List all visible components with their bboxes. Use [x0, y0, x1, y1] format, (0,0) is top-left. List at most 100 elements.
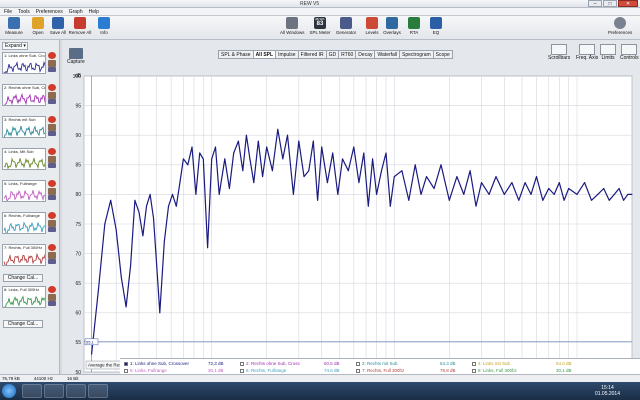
- menu-file[interactable]: File: [4, 9, 12, 15]
- remove-measurement-icon[interactable]: [48, 286, 56, 293]
- edit-measurement-icon[interactable]: [48, 131, 56, 136]
- legend-item[interactable]: 4: Links mit Sub: [472, 361, 510, 366]
- close-button[interactable]: ✕: [618, 0, 638, 7]
- legend-checkbox[interactable]: [240, 368, 244, 373]
- measurement-item[interactable]: 6: Rechts, Fullrange: [2, 212, 58, 234]
- eq-button[interactable]: EQ: [424, 17, 448, 39]
- edit-measurement-icon[interactable]: [48, 99, 56, 104]
- measurement-tools-icon[interactable]: [48, 294, 56, 301]
- remove-measurement-icon[interactable]: [48, 84, 56, 91]
- measurement-thumbnail[interactable]: 2: Rechts ohne Sub, Cross: [2, 84, 46, 106]
- tab-all-spl[interactable]: All SPL: [252, 50, 277, 59]
- tab-spectrogram[interactable]: Spectrogram: [399, 50, 434, 59]
- limitsbutton[interactable]: Limits: [600, 44, 616, 61]
- legend-item[interactable]: 2: Rechts ohne Sub, Cross: [240, 361, 300, 366]
- measurement-tools-icon[interactable]: [48, 156, 56, 163]
- measurement-item[interactable]: 1: Links ohne Sub, Cross: [2, 52, 58, 74]
- menu-tools[interactable]: Tools: [18, 9, 30, 15]
- edit-measurement-icon[interactable]: [48, 259, 56, 264]
- measurement-tools-icon[interactable]: [48, 188, 56, 195]
- tab-gd[interactable]: GD: [325, 50, 340, 59]
- tab-rt60[interactable]: RT60: [338, 50, 357, 59]
- measure-button[interactable]: Measure: [2, 17, 26, 39]
- change-cal-button[interactable]: Change Cal...: [3, 274, 43, 282]
- edit-measurement-icon[interactable]: [48, 67, 56, 72]
- legend-item[interactable]: 7: Rechts, Full 300hz: [356, 368, 404, 373]
- preferences-button[interactable]: Preferences: [608, 17, 632, 39]
- edit-measurement-icon[interactable]: [48, 301, 56, 306]
- legend-checkbox[interactable]: [124, 361, 128, 366]
- save-all-button[interactable]: Save All: [46, 17, 70, 39]
- edit-measurement-icon[interactable]: [48, 163, 56, 168]
- taskbar-browser-icon[interactable]: [44, 384, 64, 398]
- scrollbarsbutton[interactable]: Scrollbars: [548, 44, 570, 61]
- measurement-thumbnail[interactable]: 3: Rechts mit Sub: [2, 116, 46, 138]
- measurement-item[interactable]: 7: Rechts, Full 300Hz: [2, 244, 58, 266]
- measurement-item[interactable]: 8: Links, Full 300Hz: [2, 286, 58, 308]
- legend-item[interactable]: 3: Rechts mit Sub: [356, 361, 398, 366]
- measurement-tools-icon[interactable]: [48, 252, 56, 259]
- measurement-thumbnail[interactable]: 4: Links, Mit Sub: [2, 148, 46, 170]
- measurement-thumbnail[interactable]: 8: Links, Full 300Hz: [2, 286, 46, 308]
- start-button[interactable]: [2, 384, 16, 398]
- legend-item[interactable]: 6: Rechts, Fullrange: [240, 368, 286, 373]
- rta-button[interactable]: RTA: [402, 17, 426, 39]
- change-cal-button[interactable]: Change Cal...: [3, 320, 43, 328]
- maximize-button[interactable]: □: [603, 0, 617, 7]
- tab-filtered-ir[interactable]: Filtered IR: [297, 50, 327, 59]
- spl-chart[interactable]: 50556065707580859095100dB203040506070809…: [62, 70, 640, 386]
- taskbar-rew-icon[interactable]: [66, 384, 86, 398]
- legend-checkbox[interactable]: [124, 368, 128, 373]
- tab-spl-phase[interactable]: SPL & Phase: [218, 50, 254, 59]
- measurement-tools-icon[interactable]: [48, 124, 56, 131]
- taskbar-explorer-icon[interactable]: [22, 384, 42, 398]
- edit-measurement-icon[interactable]: [48, 195, 56, 200]
- measurement-thumbnail[interactable]: 1: Links ohne Sub, Cross: [2, 52, 46, 74]
- spl-meter-button[interactable]: dB SPL 83 SPL Meter: [308, 17, 332, 39]
- controlsbutton[interactable]: Controls: [620, 44, 639, 61]
- remove-measurement-icon[interactable]: [48, 148, 56, 155]
- legend-checkbox[interactable]: [472, 368, 476, 373]
- remove-measurement-icon[interactable]: [48, 180, 56, 187]
- minimize-button[interactable]: –: [588, 0, 602, 7]
- tab-impulse[interactable]: Impulse: [275, 50, 299, 59]
- remove-measurement-icon[interactable]: [48, 244, 56, 251]
- tab-scope[interactable]: Scope: [432, 50, 453, 59]
- info-button[interactable]: Info: [92, 17, 116, 39]
- measurement-thumbnail[interactable]: 5: Links, Fullrange: [2, 180, 46, 202]
- data-point: [524, 182, 526, 184]
- legend-checkbox[interactable]: [356, 361, 360, 366]
- measurement-item[interactable]: 4: Links, Mit Sub: [2, 148, 58, 170]
- generator-button[interactable]: Generator: [334, 17, 358, 39]
- remove-measurement-icon[interactable]: [48, 52, 56, 59]
- legend-item[interactable]: 5: Links, Fullrange: [124, 368, 167, 373]
- measurement-thumbnail[interactable]: 6: Rechts, Fullrange: [2, 212, 46, 234]
- remove-measurement-icon[interactable]: [48, 212, 56, 219]
- freq-axisbutton[interactable]: Freq. Axis: [576, 44, 598, 61]
- legend-item[interactable]: 1: Links ohne Sub, Crossover: [124, 361, 189, 366]
- taskbar-app-icon[interactable]: [88, 384, 108, 398]
- remove-all-button[interactable]: Remove All: [68, 17, 92, 39]
- edit-measurement-icon[interactable]: [48, 227, 56, 232]
- measurement-tools-icon[interactable]: [48, 92, 56, 99]
- capture-button[interactable]: Capture: [67, 48, 85, 65]
- measurement-item[interactable]: 3: Rechts mit Sub: [2, 116, 58, 138]
- measurement-item[interactable]: 2: Rechts ohne Sub, Cross: [2, 84, 58, 106]
- measurement-tools-icon[interactable]: [48, 220, 56, 227]
- legend-checkbox[interactable]: [356, 368, 360, 373]
- expand-dropdown[interactable]: Expand ▾: [2, 42, 28, 50]
- remove-measurement-icon[interactable]: [48, 116, 56, 123]
- overlays-button[interactable]: Overlays: [380, 17, 404, 39]
- menu-graph[interactable]: Graph: [69, 9, 83, 15]
- menu-help[interactable]: Help: [89, 9, 99, 15]
- measurement-thumbnail[interactable]: 7: Rechts, Full 300Hz: [2, 244, 46, 266]
- legend-checkbox[interactable]: [472, 361, 476, 366]
- measurement-tools-icon[interactable]: [48, 60, 56, 67]
- measurement-item[interactable]: 5: Links, Fullrange: [2, 180, 58, 202]
- legend-checkbox[interactable]: [240, 361, 244, 366]
- all-windows-button[interactable]: All Windows: [280, 17, 305, 39]
- menu-preferences[interactable]: Preferences: [36, 9, 63, 15]
- tab-decay[interactable]: Decay: [355, 50, 376, 59]
- tab-waterfall[interactable]: Waterfall: [374, 50, 401, 59]
- legend-item[interactable]: 8: Links, Full 300hz: [472, 368, 517, 373]
